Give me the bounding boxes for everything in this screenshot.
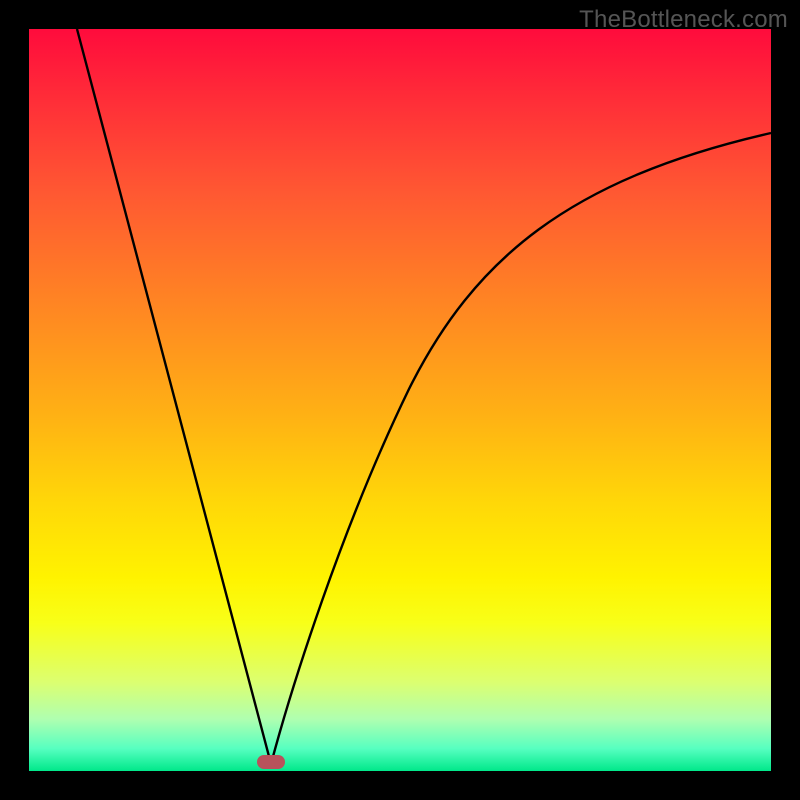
watermark-text: TheBottleneck.com xyxy=(579,6,788,34)
minimum-marker xyxy=(257,755,285,769)
bottleneck-curve xyxy=(29,29,771,771)
chart-frame: TheBottleneck.com xyxy=(0,0,800,800)
chart-plot-area xyxy=(29,29,771,771)
curve-path xyxy=(77,29,771,764)
